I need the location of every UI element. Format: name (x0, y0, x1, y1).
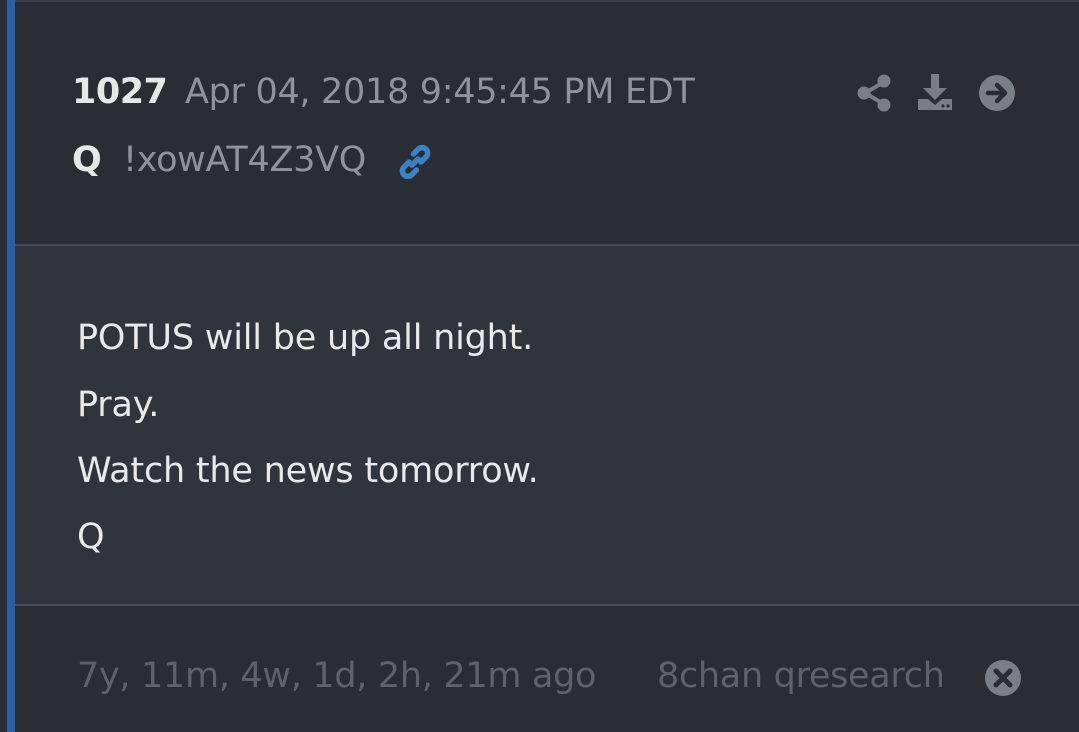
download-icon[interactable] (915, 72, 955, 114)
accent-bar (7, 0, 15, 732)
post-header: 1027 Apr 04, 2018 9:45:45 PM EDT Q !xowA… (15, 2, 1079, 246)
elapsed-time: 7y, 11m, 4w, 1d, 2h, 21m ago (77, 656, 597, 696)
post-message: POTUS will be up all night. Pray. Watch … (15, 246, 1079, 606)
message-line: Q (77, 517, 105, 557)
message-line: Pray. (77, 385, 160, 425)
link-icon[interactable] (395, 142, 435, 182)
author-name: Q (72, 140, 102, 180)
arrow-right-circle-icon[interactable] (977, 72, 1017, 114)
post-date: Apr 04, 2018 9:45:45 PM EDT (185, 72, 695, 112)
close-circle-icon[interactable] (983, 658, 1023, 698)
message-line: POTUS will be up all night. (77, 318, 534, 358)
share-icon[interactable] (855, 72, 895, 114)
post-footer: 7y, 11m, 4w, 1d, 2h, 21m ago 8chan qrese… (15, 606, 1079, 732)
post-card: 1027 Apr 04, 2018 9:45:45 PM EDT Q !xowA… (0, 0, 1079, 732)
source-label: 8chan qresearch (657, 656, 945, 696)
message-line: Watch the news tomorrow. (77, 451, 539, 491)
post-number: 1027 (72, 72, 168, 112)
author-tripcode: !xowAT4Z3VQ (123, 140, 367, 180)
